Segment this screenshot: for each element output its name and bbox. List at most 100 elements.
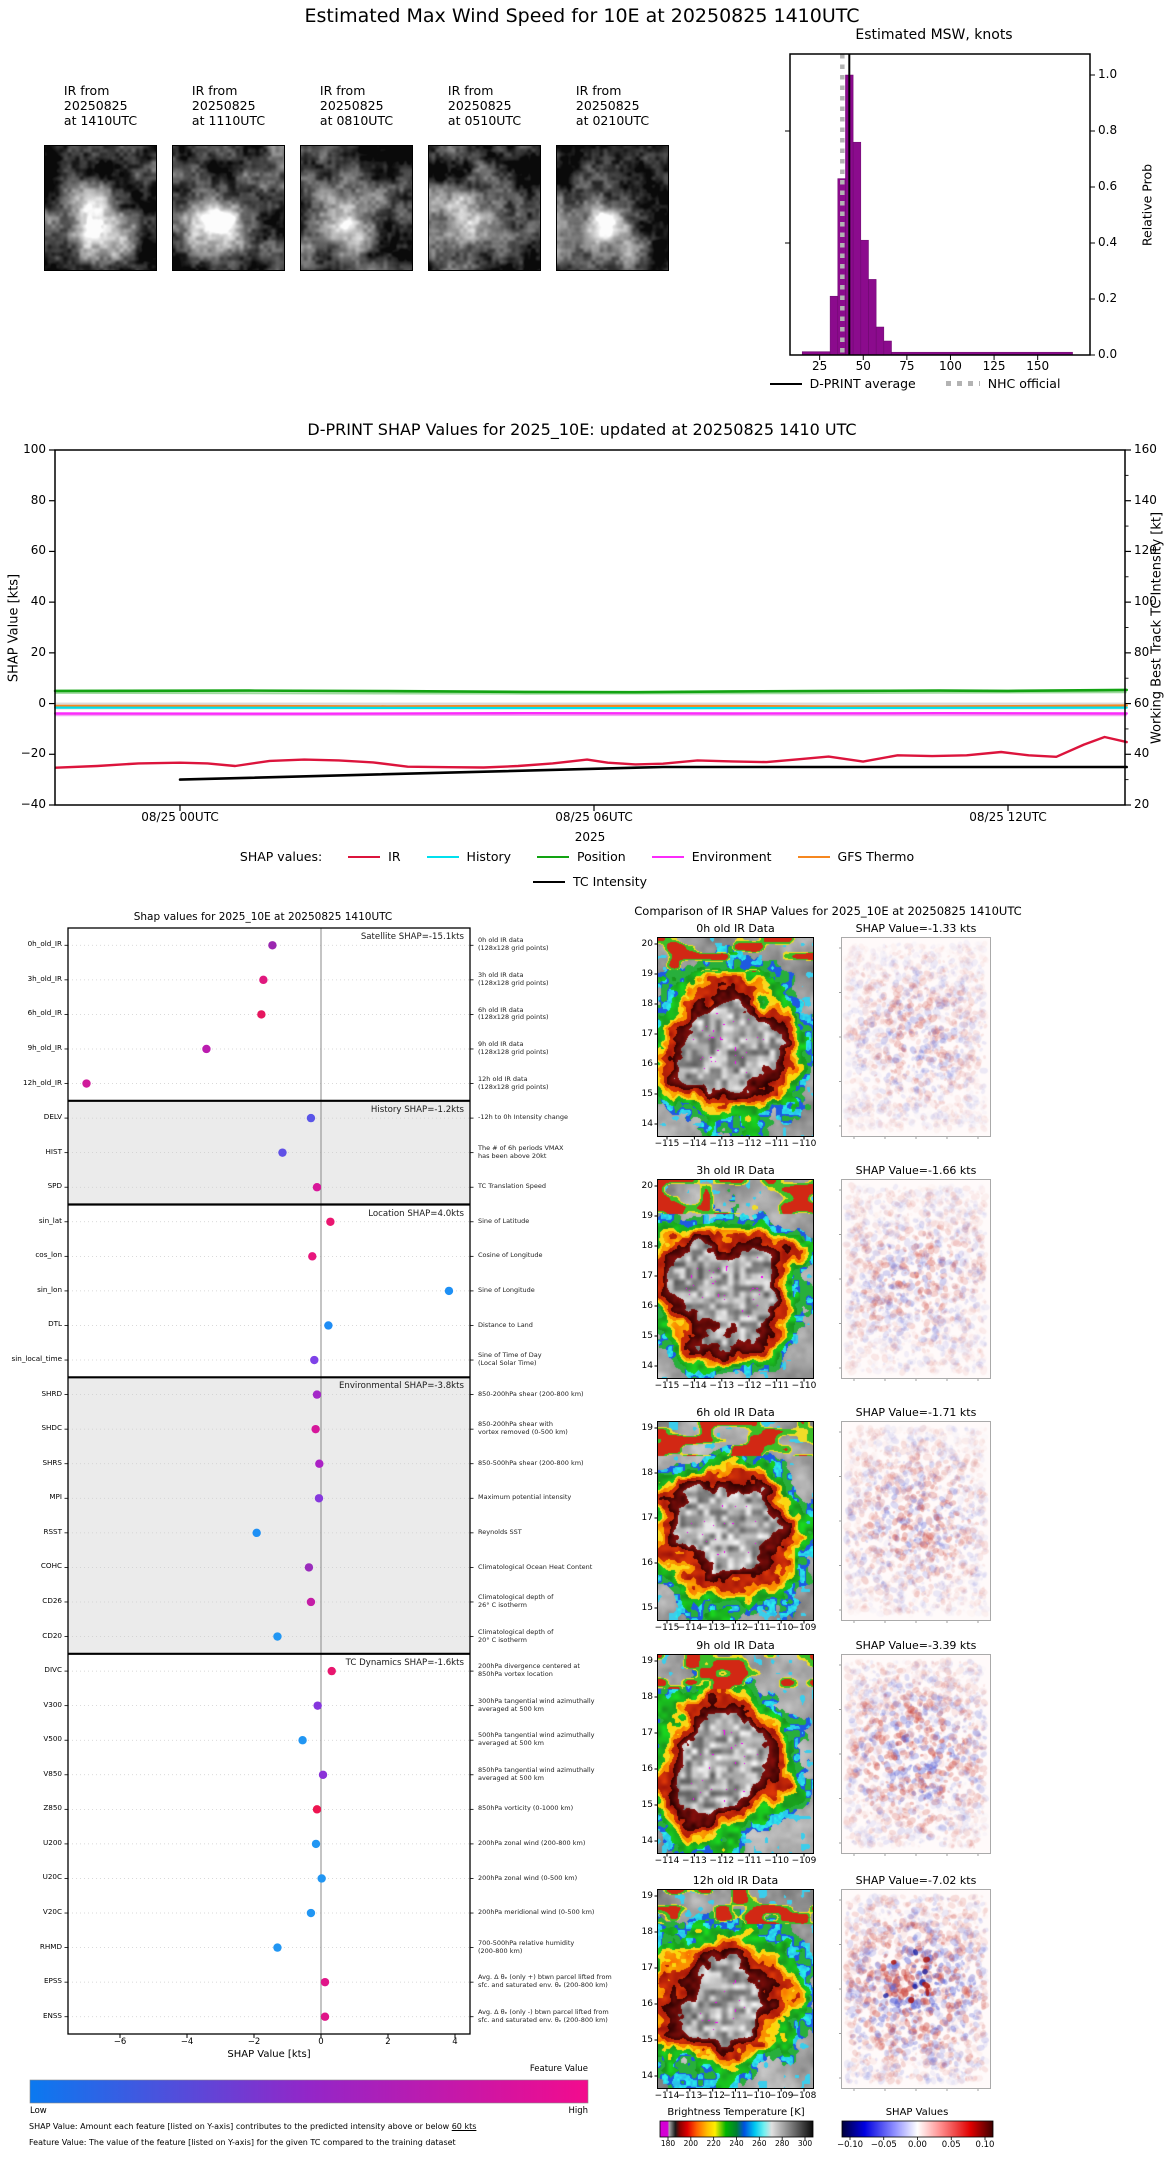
legend-sample-environment (651, 855, 684, 858)
dotplot-row-desc: 12h old IR data (128x128 grid points) (478, 1074, 549, 1091)
ir-map-title: 3h old IR Data (696, 1164, 775, 1177)
timeseries-ytick-left: 60 (30, 543, 46, 558)
legend-sample-tc-intensity (532, 880, 565, 883)
ir-map-xtick: −115 (654, 1381, 680, 1391)
ir-map-ytick: 14 (641, 1118, 653, 1129)
ir-map-ytick: 14 (641, 1360, 653, 1371)
histogram-bar (829, 295, 839, 356)
dotplot-row-desc: 850-500hPa shear (200-800 km) (478, 1458, 584, 1467)
bt-colorbar-tick: 240 (729, 2139, 744, 2148)
dotplot-row-label: HIST (45, 1146, 62, 1156)
ir-map-ytick: 15 (641, 2034, 653, 2045)
histogram-xtick: 75 (899, 359, 915, 373)
ir-map-canvas (657, 937, 814, 1137)
timeseries-ytick-right: 20 (1134, 797, 1150, 811)
histogram-bar (860, 239, 869, 356)
ir-map-xtick: −112 (736, 1381, 762, 1391)
ir-map-ytick: 16 (641, 1557, 653, 1568)
legend-sample-ir (348, 855, 381, 858)
shap-colorbar-tick: −0.05 (870, 2140, 897, 2150)
dotplot-row-desc: 850hPa tangential wind azimuthally averag… (478, 1765, 595, 1782)
dotplot-row-label: V850 (43, 1768, 62, 1778)
dotplot-row-desc: 200hPa meridional wind (0-500 km) (478, 1908, 595, 1917)
shap-dot-DIVC (327, 1666, 336, 1676)
ir-map-ytick: 16 (641, 1763, 653, 1774)
ir-map-ytick: 18 (641, 998, 653, 1009)
shap-map-canvas (841, 937, 991, 1137)
dotplot-row-desc: Sine of Longitude (478, 1286, 535, 1294)
dotplot-row-label: RSST (43, 1526, 62, 1536)
dotplot-row-label: V20C (42, 1907, 62, 1917)
dotplot-row-desc: Climatological Ocean Heat Content (478, 1562, 593, 1571)
ir-map-ytick: 17 (641, 1270, 653, 1281)
dotplot-section-header: TC Dynamics SHAP=-1.6kts (345, 1657, 464, 1668)
ir-map-ytick: 15 (641, 1088, 653, 1099)
shap-map-title: SHAP Value=-1.71 kts (855, 1406, 977, 1419)
dotplot-row-desc: 850hPa vorticity (0-1000 km) (478, 1804, 574, 1813)
series-ir (54, 735, 1128, 769)
histogram-ytick: 0.6 (1098, 179, 1118, 193)
shap-dot-sin_lon (444, 1286, 454, 1296)
timeseries-ytick-left: 80 (30, 492, 46, 507)
shap-dot-0h_old_IR (268, 941, 277, 950)
histogram-xtick: 125 (982, 359, 1006, 373)
shap-dot-SHRD (312, 1390, 322, 1399)
dotplot-xtick: −4 (180, 2037, 194, 2047)
ir-map-ytick: 20 (641, 938, 653, 949)
dotplot-row-label: DIVC (44, 1665, 62, 1675)
dotplot-section-header: Satellite SHAP=-15.1kts (360, 932, 464, 942)
histogram-bar (875, 326, 885, 356)
ir-map-xtick: −114 (682, 1139, 707, 1149)
bt-colorbar-tick: 200 (683, 2139, 698, 2148)
legend-label: History (466, 849, 512, 864)
timeseries-ytick-left: −20 (20, 746, 46, 761)
shap-dot-ENSS (320, 2012, 330, 2021)
shap-map-title: SHAP Value=-3.39 kts (855, 1639, 977, 1652)
ir-map-xtick: −112 (723, 1623, 748, 1633)
dotplot-row-desc: Cosine of Longitude (478, 1251, 543, 1260)
histogram-ylabel: Relative Prob (1139, 163, 1155, 247)
ir-thumbnail-canvas (428, 145, 541, 271)
dotplot-row-desc: Avg. Δ θₑ (only -) btwn parcel lifted fr… (478, 2007, 609, 2024)
bt-colorbar-tick: 180 (660, 2139, 676, 2148)
timeseries-ytick-left: 0 (38, 695, 46, 710)
bt-colorbar-title: Brightness Temperature [K] (667, 2107, 805, 2118)
dprint-dashboard: Estimated Max Wind Speed for 10E at 2025… (0, 0, 1168, 2158)
dotplot-row-desc: 200hPa zonal wind (200-800 km) (478, 1839, 586, 1847)
chart-vector-layer (29, 53, 1131, 2140)
histogram-ytick: 0.4 (1098, 235, 1118, 249)
timeseries-ytick-left: 100 (23, 442, 46, 456)
ir-map-canvas (657, 1654, 814, 1854)
ir-thumbnail-canvas (172, 145, 285, 271)
timeseries-legend-prefix: SHAP values: (239, 849, 323, 864)
dotplot-row-label: CD20 (42, 1630, 62, 1640)
dotplot-row-desc: Sine of Latitude (478, 1216, 530, 1225)
series-history (53, 706, 1128, 710)
shap-colorbar-tick: −0.10 (836, 2140, 864, 2150)
dotplot-xtick: −6 (113, 2037, 127, 2047)
dotplot-row-label: Z850 (43, 1803, 62, 1813)
dotplot-row-label: ENSS (42, 2010, 62, 2020)
dotplot-xlabel: SHAP Value [kts] (227, 2049, 311, 2060)
dotplot-title: Shap values for 2025_10E at 20250825 141… (133, 911, 393, 923)
dotplot-row-label: U200 (43, 1837, 62, 1847)
shap-colorbar-tick: 0.10 (975, 2140, 995, 2150)
dotplot-section-header: Location SHAP=4.0kts (368, 1208, 464, 1219)
dotplot-row-desc: TC Translation Speed (478, 1182, 547, 1191)
shap-dot-MPI (314, 1494, 324, 1503)
shap-dot-RSST (252, 1528, 261, 1538)
page-title: Estimated Max Wind Speed for 10E at 2025… (304, 5, 860, 27)
legend-label: D-PRINT average (809, 376, 916, 391)
series-tc-intensity (178, 765, 1128, 781)
shap-dot-cos_lon (308, 1252, 317, 1261)
histogram-ytick: 1.0 (1098, 67, 1118, 81)
dotplot-row-desc: Distance to Land (478, 1320, 533, 1329)
dotplot-row-label: sin_lon (37, 1284, 62, 1294)
ir-map-xtick: −110 (791, 1381, 817, 1391)
ir-map-canvas (657, 1421, 814, 1621)
timeseries-ylabel-left: SHAP Value [kts] (6, 573, 22, 683)
legend-label: GFS Thermo (837, 849, 915, 864)
ir-map-xtick: −110 (764, 1856, 789, 1866)
dotplot-row-label: SHDC (41, 1423, 62, 1433)
ir-map-xtick: −109 (791, 1856, 817, 1866)
